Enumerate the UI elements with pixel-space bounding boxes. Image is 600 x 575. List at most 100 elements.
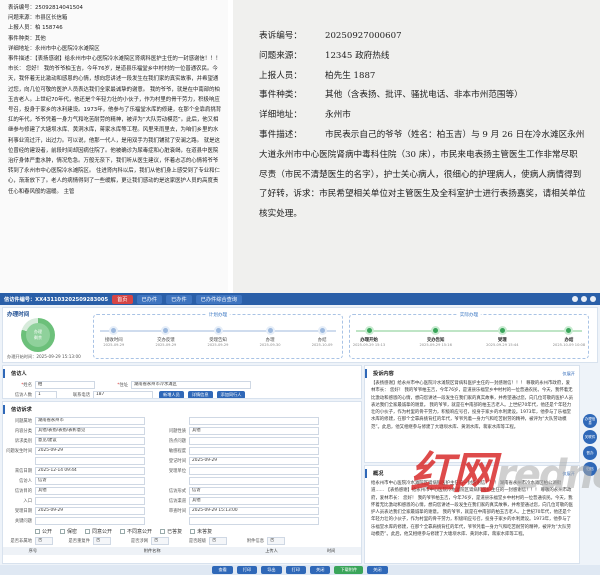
flag-value[interactable]: 否 [93, 536, 111, 545]
request-field-value-2[interactable] [189, 437, 319, 445]
toolbar-button[interactable]: 关闭 [310, 566, 331, 574]
request-field-label: 内容分类 [14, 429, 32, 434]
doc2-row-value: 12345 政府热线 [325, 50, 390, 61]
toolbar-button[interactable]: 下载附件 [334, 566, 364, 574]
toolbar-button[interactable]: 打印 [236, 566, 258, 574]
step-dot-icon [431, 326, 441, 335]
request-field-value[interactable] [35, 517, 145, 525]
request-field-value-2[interactable] [189, 447, 319, 455]
expand-content-link[interactable]: 仅展开 [562, 371, 575, 377]
request-field-value-2[interactable]: 2025-09-29 15:13:00 [189, 507, 319, 515]
checkbox-icon[interactable] [35, 528, 40, 534]
timeline-step: 交办反馈 2025-09-29 [146, 326, 186, 347]
public-option[interactable]: 已答复 [160, 528, 182, 535]
flag-value[interactable]: 否 [209, 536, 227, 545]
request-row: 关键问题 [3, 516, 361, 526]
request-field-value[interactable]: 其他/表扬/表扬/表彰意见 [35, 427, 145, 435]
request-field-value-2[interactable] [189, 417, 319, 425]
name-field[interactable]: 柏 [35, 381, 95, 389]
request-field-value-2[interactable]: 信访 [189, 487, 319, 495]
step-dot-icon [109, 326, 119, 335]
request-field-value[interactable]: 湖南省永州市 [35, 417, 145, 425]
maximize-icon[interactable] [581, 296, 587, 302]
doc2-row: 事件种类： 其他（含表扬、批评、骚扰电话、非本市州范围等） [259, 86, 586, 106]
request-field-value[interactable]: 2025-09-29 [35, 507, 145, 515]
public-option-label: 同意公开 [92, 528, 113, 535]
request-field-value[interactable]: 信访 [35, 477, 145, 485]
request-field-value-2[interactable] [189, 517, 319, 525]
document-photo-left: 表诉编号：25092814041504 问题来源：市县区长信箱 上报人员：柏 158… [0, 0, 228, 296]
title-bar: 信访件编号：XX431103202509283005 首页 已办件 已办件 已办… [0, 293, 600, 305]
step-time: 2025-10-09 10:08 [552, 343, 586, 347]
tab-done-2[interactable]: 已办件 [166, 294, 192, 304]
doc1-line: 事件描述：【表扬感谢】给永州市中心医院冷水滩院区肾病科医护主任的一封感谢信！！！… [8, 54, 222, 64]
request-field-value-2[interactable]: 其他 [189, 427, 319, 435]
request-field-label-2: 敏感程度 [168, 449, 186, 454]
request-field-value[interactable]: 其他 [35, 487, 145, 495]
checkbox-icon[interactable] [190, 528, 196, 534]
toolbar-button[interactable]: 关闭 [367, 566, 388, 574]
flag-value[interactable]: 否 [35, 536, 53, 545]
flag-value[interactable]: 否 [267, 536, 285, 545]
address-label: 住址 [95, 382, 131, 388]
public-option[interactable]: 未答复 [190, 528, 212, 535]
window-title: 信访件编号：XX431103202509283005 [4, 296, 109, 303]
request-field-value[interactable]: 2025-09-29 [35, 447, 145, 455]
tab-done[interactable]: 已办件 [136, 294, 163, 304]
doc1-line-key: 事件种类： [8, 35, 35, 42]
request-field-label-2: 问题性质 [168, 429, 186, 434]
doc2-description: 事件描述： 市民表示自己的爷爷（姓名：柏玉吉）与 9 月 26 日在冷水滩区永州大… [259, 126, 586, 225]
add-companion-button[interactable]: 添加同行人 [216, 391, 246, 398]
request-field-label: 问题属地 [14, 419, 32, 424]
flag-label: 附件信息 [246, 538, 264, 544]
toolbar-button[interactable]: 查看 [212, 566, 233, 574]
public-option[interactable]: 保密 [60, 528, 77, 535]
toolbar-button[interactable]: 打印 [285, 566, 306, 574]
request-field-value[interactable]: 意见/建议 [35, 437, 145, 445]
bottom-toolbar: 查看 打印 导出 打印 关闭 下载附件 关闭 [0, 565, 600, 575]
request-field-label-2: 受理单位 [168, 469, 186, 474]
public-option[interactable]: 同意公开 [85, 528, 112, 535]
request-field-label-2: 审查时间 [168, 509, 186, 514]
request-field-value[interactable] [35, 497, 145, 505]
public-option[interactable]: 不同意公开 [120, 528, 152, 535]
request-field-value-2[interactable] [189, 467, 319, 475]
side-button-process-info[interactable]: 办理信息 [583, 414, 597, 428]
toolbar-button[interactable]: 导出 [261, 566, 282, 574]
request-field-value[interactable]: 2025-12-14 09:44 [35, 467, 145, 475]
request-field-value-2[interactable]: 2025-09-29 [189, 457, 319, 465]
doc2-row-value: 柏先生 1887 [325, 70, 376, 81]
checkbox-icon[interactable] [60, 528, 66, 534]
doc1-line-value: 其他 [34, 35, 46, 42]
request-field-value-2[interactable] [189, 477, 319, 485]
doc2-row-key: 问题来源： [259, 50, 302, 61]
attachment-column-header: 附件名称 [143, 548, 161, 553]
flag-value[interactable]: 否 [151, 536, 169, 545]
attachment-column-header: 上传人 [265, 548, 278, 553]
doc1-line: 上报人员：柏 158746 [8, 23, 222, 33]
doc1-line-value: 柏 158746 [34, 25, 63, 32]
checkbox-icon[interactable] [85, 528, 91, 534]
timeline-step: 办理 2025-09-30 [250, 326, 290, 347]
checkbox-icon[interactable] [120, 528, 126, 534]
doc2-row-key: 事件种类： [259, 90, 302, 101]
address-field[interactable]: 湖南省永州市冷水滩区 [131, 381, 251, 389]
tab-home[interactable]: 首页 [112, 294, 133, 304]
close-icon[interactable] [590, 296, 596, 302]
public-option[interactable]: 公开 [35, 528, 52, 535]
request-field-value-2[interactable]: 其他 [189, 497, 319, 505]
request-field-label-2: 登记时间 [168, 459, 186, 464]
add-person-button[interactable]: 新增人员 [159, 391, 184, 398]
phone-field[interactable]: 187 [93, 391, 153, 398]
count-field[interactable]: 1 [35, 391, 57, 398]
request-field-value[interactable] [35, 457, 145, 465]
flag-label: 是否涉网 [130, 538, 148, 544]
attachment-column-header: 时间 [326, 548, 336, 553]
tab-query[interactable]: 已办件综合查询 [195, 294, 242, 304]
actual-steps-box: 实际办理 办理开始 2025-09-29 15:13 交办告知 2025-09-29 … [349, 312, 589, 359]
checkbox-icon[interactable] [160, 528, 166, 534]
name-label: 姓名 [3, 382, 35, 388]
details-button[interactable]: 详情信息 [187, 391, 213, 398]
public-option-label: 公开 [42, 528, 53, 535]
minimize-icon[interactable] [572, 296, 578, 302]
